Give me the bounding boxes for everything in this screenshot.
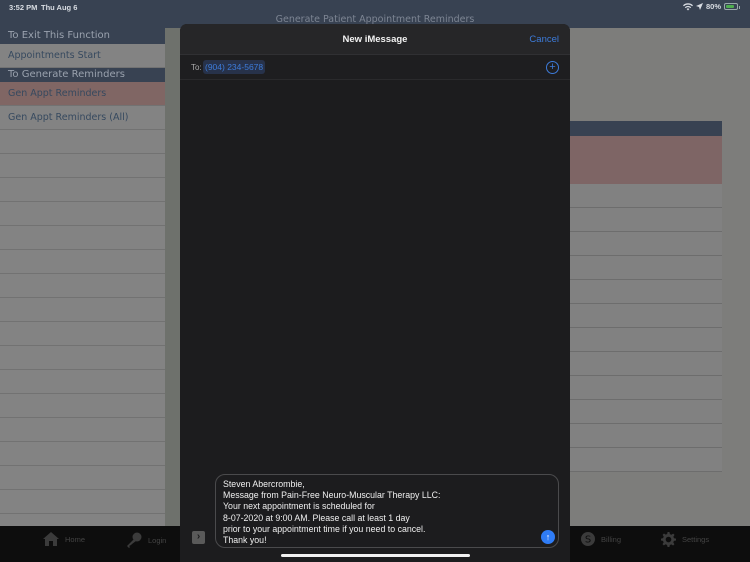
sidebar-section-header: To Exit This Function (0, 28, 165, 44)
chevron-right-icon: › (196, 531, 201, 542)
sidebar-item-appointments-start[interactable]: Appointments Start (0, 44, 165, 68)
sidebar-empty-row (0, 490, 165, 514)
battery-percent: 80% (705, 2, 721, 11)
sidebar-empty-row (0, 394, 165, 418)
list-item[interactable] (570, 304, 722, 328)
tab-label: Home (65, 534, 86, 544)
battery-icon (724, 3, 740, 10)
gear-icon (661, 532, 676, 547)
sidebar-empty-row (0, 274, 165, 298)
home-indicator[interactable] (281, 554, 470, 557)
message-input[interactable]: Steven Abercrombie, Message from Pain-Fr… (215, 474, 559, 548)
message-text: Steven Abercrombie, Message from Pain-Fr… (223, 479, 441, 546)
imessage-compose-sheet: New iMessage Cancel To: (904) 234-5678 +… (180, 24, 570, 562)
plus-icon: + (549, 61, 556, 73)
sheet-title: New iMessage (342, 34, 408, 45)
sidebar-empty-row (0, 442, 165, 466)
tab-label: Settings (682, 535, 710, 544)
list-item[interactable] (570, 256, 722, 280)
sidebar: To Exit This Function Appointments Start… (0, 28, 165, 526)
reminder-list (570, 121, 722, 472)
status-indicators: 80% (682, 2, 740, 11)
recipient-chip[interactable]: (904) 234-5678 (203, 60, 266, 74)
wifi-icon (682, 2, 693, 10)
to-label: To: (191, 63, 202, 72)
key-icon (127, 532, 142, 548)
list-item[interactable] (570, 280, 722, 304)
list-item[interactable] (570, 184, 722, 208)
arrow-up-icon: ↑ (545, 532, 551, 542)
list-item[interactable] (570, 352, 722, 376)
list-item[interactable] (570, 376, 722, 400)
sidebar-item-gen-appt-reminders[interactable]: Gen Appt Reminders (0, 82, 165, 106)
list-header (570, 121, 722, 136)
list-item-selected[interactable] (570, 136, 722, 184)
list-item[interactable] (570, 424, 722, 448)
sidebar-empty-row (0, 202, 165, 226)
sidebar-divider (165, 28, 180, 526)
send-button[interactable]: ↑ (541, 530, 555, 544)
sidebar-empty-row (0, 466, 165, 490)
tab-home[interactable]: Home (43, 532, 85, 546)
tab-login[interactable]: Login (126, 532, 166, 548)
sidebar-empty-row (0, 226, 165, 250)
tab-label: Billing (601, 534, 622, 544)
list-item[interactable] (570, 328, 722, 352)
status-time: 3:52 PM (9, 3, 38, 12)
sidebar-empty-row (0, 346, 165, 370)
sidebar-empty-row (0, 130, 165, 154)
expand-apps-button[interactable]: › (192, 531, 205, 544)
sidebar-empty-row (0, 322, 165, 346)
cancel-button[interactable]: Cancel (529, 34, 559, 45)
list-item[interactable] (570, 448, 722, 472)
tab-settings[interactable]: Settings (661, 532, 709, 547)
dollar-circle-icon: S (581, 532, 595, 546)
sidebar-empty-row (0, 154, 165, 178)
tab-label: Login (148, 535, 167, 545)
sidebar-item-gen-appt-reminders-all[interactable]: Gen Appt Reminders (All) (0, 106, 165, 130)
location-icon (695, 3, 703, 10)
list-item[interactable] (570, 208, 722, 232)
add-contact-button[interactable]: + (546, 61, 559, 74)
home-icon (43, 532, 59, 546)
sidebar-empty-row (0, 298, 165, 322)
recipient-field[interactable]: To: (904) 234-5678 + (180, 55, 570, 80)
status-date: Thu Aug 6 (41, 3, 78, 12)
sidebar-empty-row (0, 418, 165, 442)
list-item[interactable] (570, 400, 722, 424)
sidebar-empty-row (0, 370, 165, 394)
svg-text:S: S (585, 535, 591, 546)
battery-fill (726, 5, 734, 8)
sheet-header: New iMessage Cancel (180, 24, 570, 55)
sidebar-empty-row (0, 250, 165, 274)
conversation-area (180, 81, 570, 471)
sidebar-section-header: To Generate Reminders (0, 68, 165, 82)
list-item[interactable] (570, 232, 722, 256)
tab-billing[interactable]: S Billing (581, 532, 621, 546)
sidebar-empty-row (0, 178, 165, 202)
